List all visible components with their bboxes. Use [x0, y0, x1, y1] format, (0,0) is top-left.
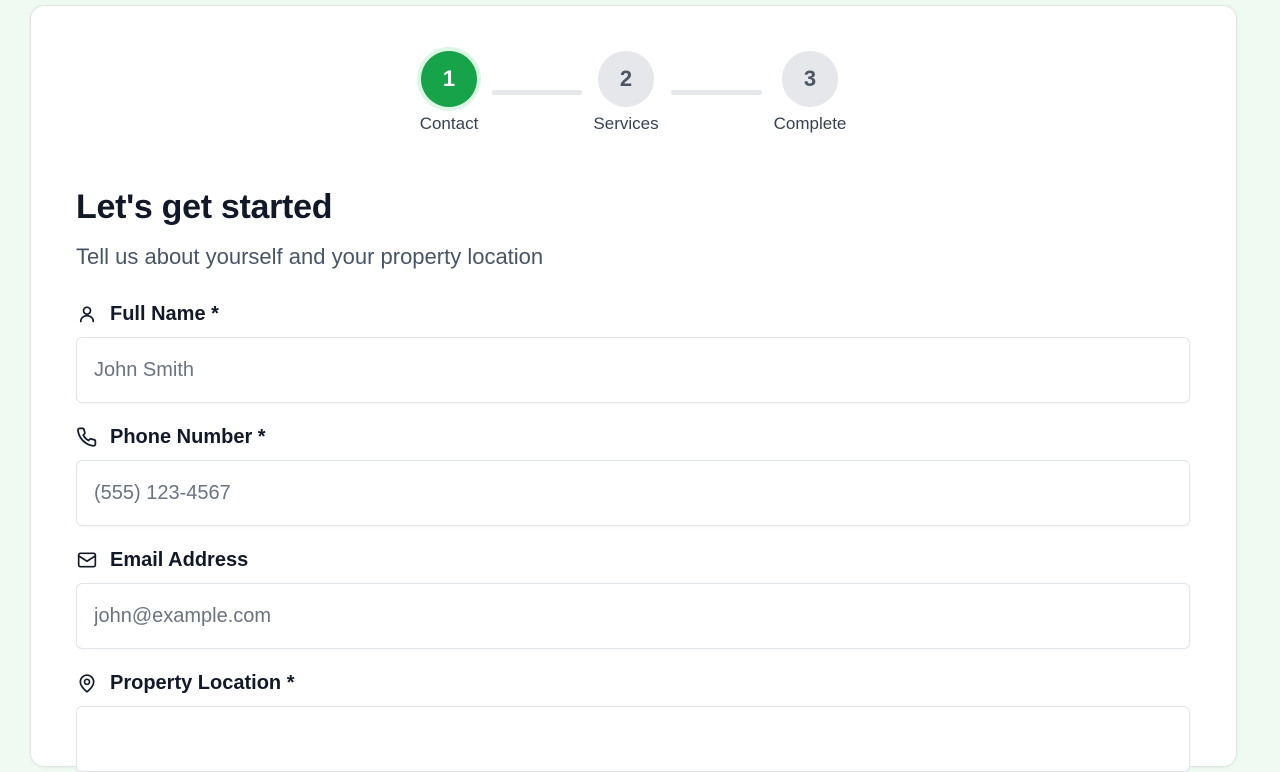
- location-label: Property Location *: [110, 671, 295, 694]
- step-1-indicator: 1: [421, 51, 477, 107]
- step-2-label: Services: [593, 114, 659, 133]
- step-1-label: Contact: [419, 114, 479, 133]
- phone-input[interactable]: [76, 460, 1190, 526]
- email-label: Email Address: [110, 548, 249, 571]
- page-subtitle: Tell us about yourself and your property…: [76, 244, 544, 269]
- step-2-indicator: 2: [598, 51, 654, 107]
- full-name-label-row: Full Name *: [76, 301, 219, 327]
- location-label-row: Property Location *: [76, 670, 294, 696]
- user-icon: [76, 303, 98, 325]
- page-title: Let's get started: [76, 188, 333, 226]
- step-3-label: Complete: [773, 114, 847, 133]
- step-3-indicator: 3: [782, 51, 838, 107]
- phone-icon: [76, 426, 98, 448]
- location-input[interactable]: [76, 706, 1190, 772]
- phone-label-row: Phone Number *: [76, 424, 266, 450]
- step-connector-1: [492, 90, 582, 95]
- mail-icon: [76, 549, 98, 571]
- email-input[interactable]: [76, 583, 1190, 649]
- phone-label: Phone Number *: [110, 425, 266, 448]
- form-card: 1 Contact 2 Services 3 Complete Let's ge…: [30, 5, 1237, 772]
- step-connector-2: [671, 90, 762, 95]
- map-pin-icon: [76, 672, 98, 694]
- full-name-label: Full Name *: [110, 302, 219, 325]
- full-name-input[interactable]: [76, 337, 1190, 403]
- email-label-row: Email Address: [76, 547, 248, 573]
